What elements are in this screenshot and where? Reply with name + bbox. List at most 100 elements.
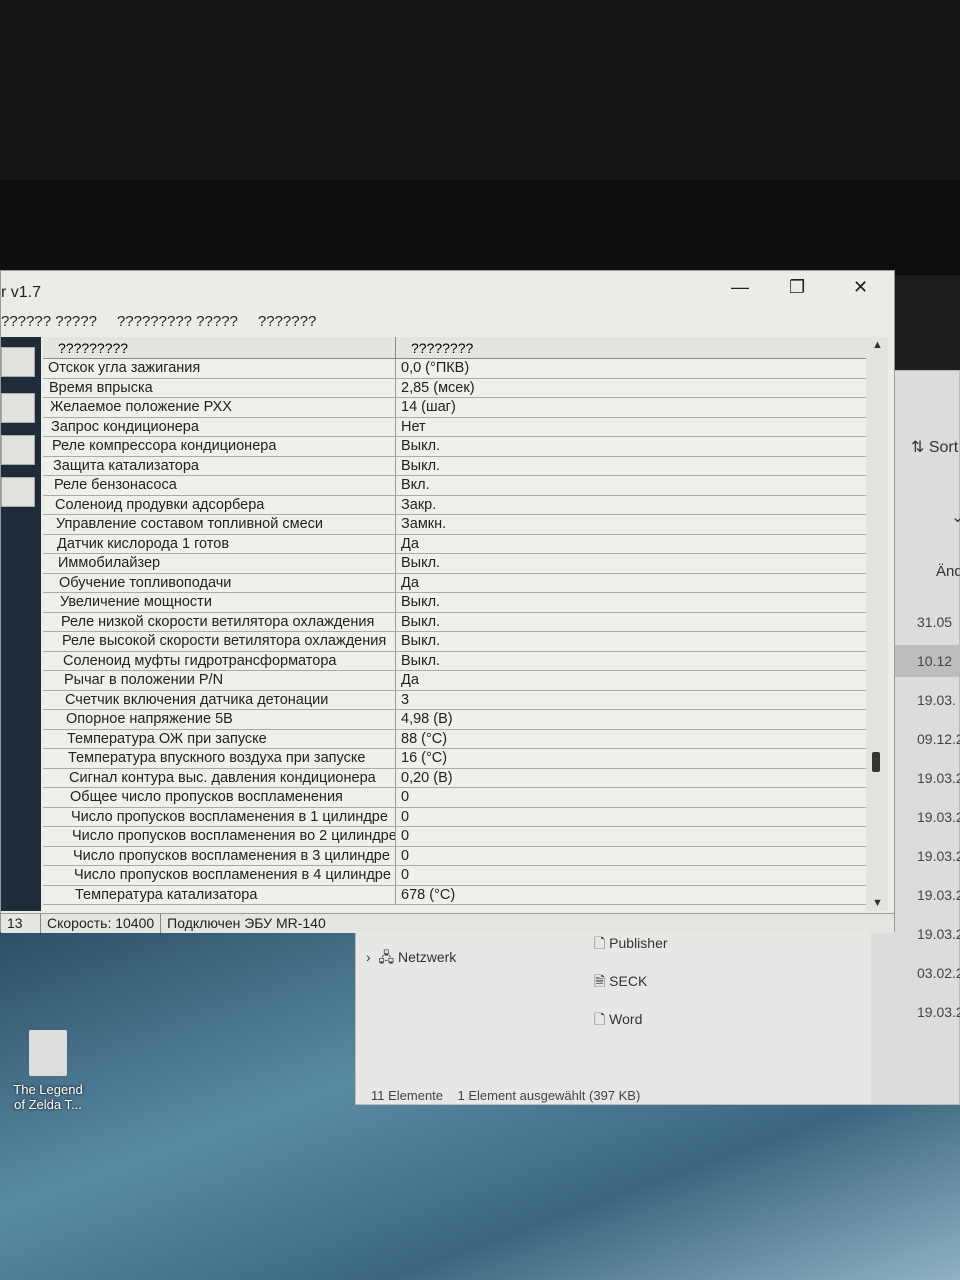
menu-item-1[interactable]: ?????? ????? bbox=[1, 313, 97, 337]
table-row[interactable]: Запрос кондиционера Нет bbox=[43, 417, 866, 437]
vertical-scrollbar[interactable]: ▲ ▼ bbox=[866, 337, 888, 911]
column-header-value[interactable]: ???????? bbox=[396, 337, 866, 358]
table-row[interactable]: Время впрыска 2,85 (мсек) bbox=[43, 378, 866, 398]
parameter-value: Да bbox=[401, 672, 419, 688]
scroll-down-arrow-icon[interactable]: ▼ bbox=[872, 897, 883, 909]
menu-item-2[interactable]: ????????? ????? bbox=[117, 313, 238, 337]
table-row[interactable]: Счетчик включения датчика детонации 3 bbox=[43, 690, 866, 710]
table-row[interactable]: Желаемое положение РХХ 14 (шаг) bbox=[43, 398, 866, 418]
parameter-value: Нет bbox=[401, 418, 426, 435]
table-row[interactable]: Отскок угла зажигания 0,0 (°ПКВ) bbox=[43, 359, 866, 379]
sort-button[interactable]: ⇅ Sort bbox=[911, 437, 958, 457]
status-port: 13 bbox=[1, 914, 41, 933]
table-row[interactable]: Соленоид продувки адсорбера Закр. bbox=[43, 495, 866, 515]
explorer-status: 11 Elemente 1 Element ausgewählt (397 KB… bbox=[371, 1088, 641, 1103]
parameter-name: Датчик кислорода 1 готов bbox=[43, 534, 396, 553]
table-row[interactable]: Температура катализатора 678 (°C) bbox=[43, 885, 866, 905]
table-row[interactable]: Опорное напряжение 5В 4,98 (В) bbox=[43, 710, 866, 730]
table-row[interactable]: Защита катализатора Выкл. bbox=[43, 456, 866, 476]
parameter-grid: ????????? ???????? Отскок угла зажигания… bbox=[43, 337, 866, 911]
file-icon bbox=[29, 1030, 67, 1076]
parameter-name: Число пропусков воспламенения во 2 цилин… bbox=[43, 827, 396, 846]
parameter-value: Да bbox=[401, 535, 419, 552]
nav-item-network[interactable]: › 🖧 Netzwerk bbox=[366, 947, 456, 971]
parameter-name: Сигнал контура выс. давления кондиционер… bbox=[43, 768, 396, 787]
table-row[interactable]: Число пропусков воспламенения в 4 цилинд… bbox=[43, 866, 866, 886]
diagnostic-app-window: r v1.7 — ❐ ✕ ?????? ????? ????????? ????… bbox=[0, 270, 895, 933]
table-row[interactable]: Число пропусков воспламенения в 1 цилинд… bbox=[43, 807, 866, 827]
minimize-button[interactable]: — bbox=[731, 277, 749, 298]
table-row[interactable]: Реле высокой скорости ветилятора охлажде… bbox=[43, 632, 866, 652]
table-row[interactable]: Число пропусков воспламенения во 2 цилин… bbox=[43, 827, 866, 847]
parameter-value: Выкл. bbox=[401, 438, 441, 454]
title-bar: r v1.7 — ❐ ✕ bbox=[1, 271, 894, 307]
table-row[interactable]: Обучение топливоподачи Да bbox=[43, 573, 866, 593]
parameter-name: Запрос кондиционера bbox=[43, 417, 396, 436]
table-row[interactable]: Управление составом топливной смеси Замкн… bbox=[43, 515, 866, 535]
restore-button[interactable]: ❐ bbox=[789, 277, 805, 298]
parameter-name: Время впрыска bbox=[43, 378, 396, 397]
column-header-modified[interactable]: Änd bbox=[936, 563, 960, 580]
parameter-name: Соленоид муфты гидротрансформатора bbox=[43, 651, 396, 670]
table-row[interactable]: Температура ОЖ при запуске 88 (°C) bbox=[43, 729, 866, 749]
window-title: r v1.7 bbox=[1, 284, 42, 301]
parameter-value: Замкн. bbox=[401, 516, 447, 532]
parameter-value: Выкл. bbox=[401, 457, 441, 474]
parameter-name: Управление составом топливной смеси bbox=[43, 515, 396, 534]
parameter-value: 0,0 (°ПКВ) bbox=[401, 360, 470, 376]
toolbar-button-2[interactable] bbox=[1, 393, 35, 423]
toolbar-button-3[interactable] bbox=[1, 435, 35, 465]
menu-item-3[interactable]: ??????? bbox=[258, 313, 316, 337]
parameter-name: Увеличение мощности bbox=[43, 593, 396, 612]
parameter-value: 0 bbox=[401, 847, 410, 864]
parameter-value: Выкл. bbox=[401, 613, 441, 630]
parameter-name: Реле низкой скорости ветилятора охлажден… bbox=[43, 612, 396, 631]
parameter-value: Выкл. bbox=[401, 652, 441, 669]
parameter-value: 0 bbox=[401, 867, 410, 883]
scroll-up-arrow-icon[interactable]: ▲ bbox=[872, 339, 883, 351]
chevron-down-icon[interactable]: ⌄ bbox=[951, 507, 960, 527]
parameter-value: Да bbox=[401, 574, 419, 591]
parameter-name: Число пропусков воспламенения в 1 цилинд… bbox=[43, 807, 396, 826]
table-row[interactable]: Число пропусков воспламенения в 3 цилинд… bbox=[43, 846, 866, 866]
table-row[interactable]: Иммобилайзер Выкл. bbox=[43, 554, 866, 574]
parameter-name: Число пропусков воспламенения в 3 цилинд… bbox=[43, 846, 396, 865]
table-row[interactable]: Реле компрессора кондиционера Выкл. bbox=[43, 437, 866, 457]
parameter-value: 4,98 (В) bbox=[401, 711, 453, 727]
table-row[interactable]: Рычаг в положении P/N Да bbox=[43, 671, 866, 691]
table-row[interactable]: Увеличение мощности Выкл. bbox=[43, 593, 866, 613]
table-row[interactable]: Общее число пропусков воспламенения 0 bbox=[43, 788, 866, 808]
toolbar-button-1[interactable] bbox=[1, 347, 35, 377]
toolbar-button-4[interactable] bbox=[1, 477, 35, 507]
parameter-value: 0,20 (В) bbox=[401, 769, 453, 786]
parameter-value: Вкл. bbox=[401, 477, 430, 493]
parameter-name: Температура катализатора bbox=[43, 885, 396, 904]
file-word[interactable]: 🗋 Word bbox=[594, 1009, 642, 1033]
parameter-name: Опорное напряжение 5В bbox=[43, 710, 396, 729]
parameter-name: Реле бензонасоса bbox=[43, 476, 396, 495]
table-row[interactable]: Датчик кислорода 1 готов Да bbox=[43, 534, 866, 554]
file-publisher[interactable]: 🗋 Publisher bbox=[594, 933, 668, 957]
table-row[interactable]: Сигнал контура выс. давления кондиционер… bbox=[43, 768, 866, 788]
table-row[interactable]: Температура впускного воздуха при запуск… bbox=[43, 749, 866, 769]
parameter-name: Реле высокой скорости ветилятора охлажде… bbox=[43, 632, 396, 651]
parameter-value: 3 bbox=[401, 691, 410, 708]
close-button[interactable]: ✕ bbox=[853, 277, 868, 298]
table-row[interactable]: Реле бензонасоса Вкл. bbox=[43, 476, 866, 496]
desktop-icon-zelda[interactable]: The Legend of Zelda T... bbox=[8, 1030, 88, 1112]
status-bar: 13 Скорость: 10400 Подключен ЭБУ MR-140 bbox=[1, 913, 894, 933]
table-row[interactable]: Соленоид муфты гидротрансформатора Выкл. bbox=[43, 651, 866, 671]
column-header-parameter[interactable]: ????????? bbox=[43, 337, 396, 358]
menu-bar: ?????? ????? ????????? ????? ??????? bbox=[1, 307, 894, 337]
scrollbar-thumb[interactable] bbox=[872, 752, 880, 772]
parameter-value: 16 (°C) bbox=[401, 750, 448, 766]
parameter-name: Счетчик включения датчика детонации bbox=[43, 690, 396, 709]
table-row[interactable]: Реле низкой скорости ветилятора охлажден… bbox=[43, 612, 866, 632]
parameter-value: 678 (°C) bbox=[401, 886, 456, 903]
parameter-value: 0 bbox=[401, 808, 410, 825]
parameter-name: Отскок угла зажигания bbox=[43, 359, 396, 378]
parameter-name: Число пропусков воспламенения в 4 цилинд… bbox=[43, 866, 396, 885]
parameter-value: 2,85 (мсек) bbox=[401, 379, 475, 396]
file-seck[interactable]: 🗎 SECK bbox=[594, 971, 647, 995]
parameter-value: 0 bbox=[401, 828, 410, 844]
